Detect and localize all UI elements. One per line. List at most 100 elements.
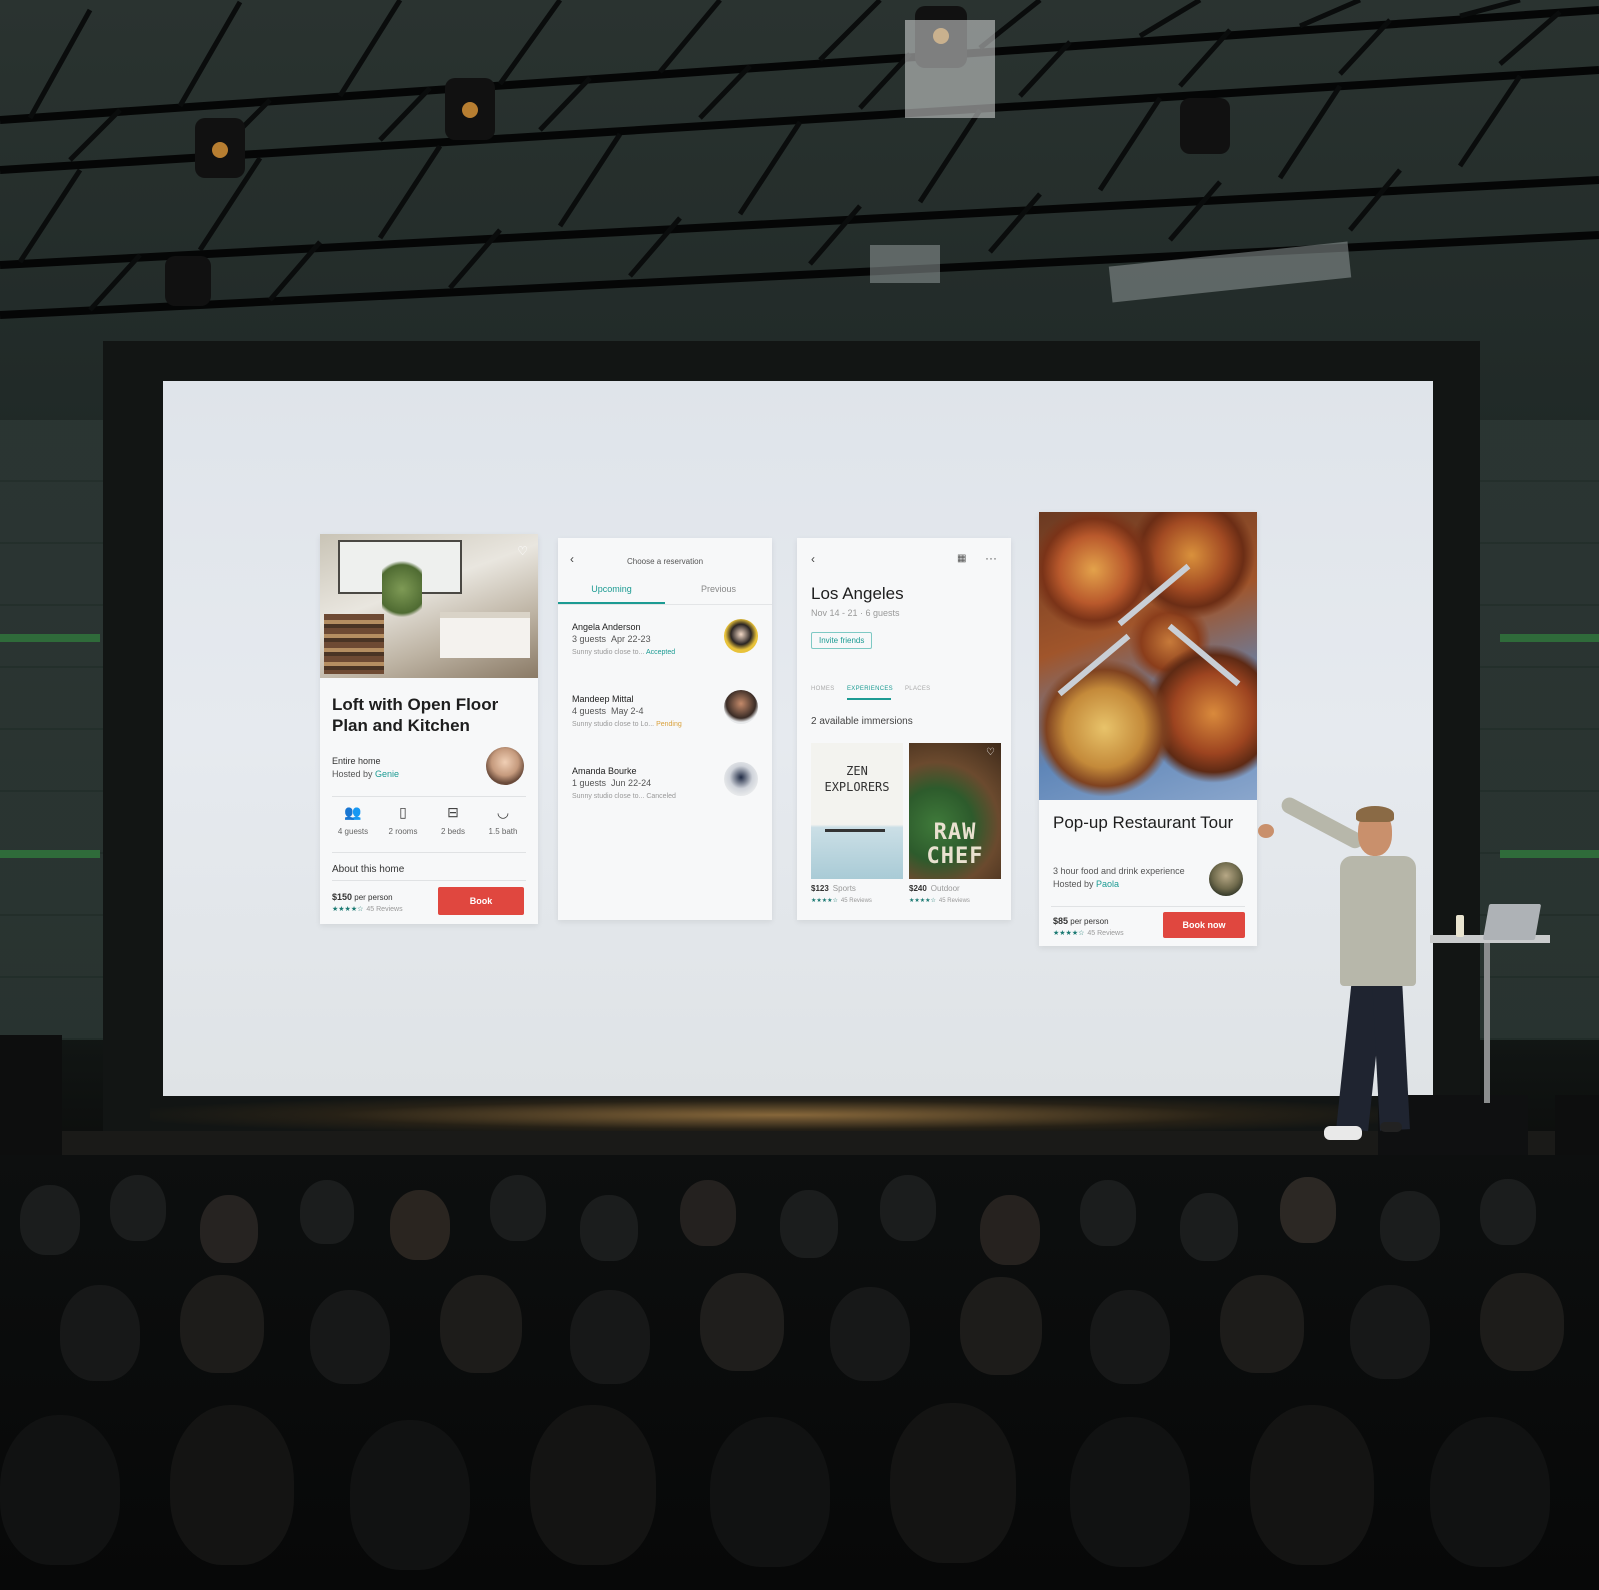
reservations-header: Choose a reservation bbox=[626, 557, 704, 566]
guest-avatar[interactable] bbox=[724, 619, 758, 653]
audience-member bbox=[60, 1285, 140, 1381]
amenity-rooms: ▯ 2 rooms bbox=[378, 804, 428, 836]
presenter-leg bbox=[1372, 979, 1410, 1131]
audience-member bbox=[1280, 1177, 1336, 1243]
experience-title: RAW CHEF bbox=[926, 820, 984, 869]
tab-places[interactable]: PLACES bbox=[905, 686, 930, 692]
book-now-button[interactable]: Book now bbox=[1163, 912, 1245, 938]
divider bbox=[332, 852, 526, 853]
divider bbox=[332, 796, 526, 797]
reservation-desc: Sunny studio close to Lo... Pending bbox=[572, 721, 722, 728]
reservation-desc: Sunny studio close to... Canceled bbox=[572, 793, 722, 800]
water-bottle bbox=[1456, 915, 1464, 937]
listing-desc: Sunny studio close to... bbox=[572, 793, 645, 800]
speaker bbox=[0, 1035, 62, 1175]
hosted-by-label: Hosted by bbox=[1053, 879, 1094, 889]
price-unit: per person bbox=[1070, 917, 1109, 926]
host-link[interactable]: Genie bbox=[375, 769, 399, 779]
invite-friends-button[interactable]: Invite friends bbox=[811, 632, 873, 649]
status-badge: Accepted bbox=[645, 649, 676, 656]
listing-type: Entire home bbox=[332, 756, 381, 766]
audience bbox=[0, 1155, 1599, 1590]
guest-name: Angela Anderson bbox=[572, 622, 641, 632]
tab-indicator bbox=[847, 698, 891, 700]
plant bbox=[382, 554, 422, 624]
audience-member bbox=[440, 1275, 522, 1373]
status-badge: Canceled bbox=[646, 793, 676, 800]
status-badge: Pending bbox=[656, 721, 682, 728]
presenter-shirt bbox=[1340, 856, 1416, 986]
audience-member bbox=[350, 1420, 470, 1570]
tab-divider bbox=[558, 604, 772, 605]
review-count: 45 Reviews bbox=[1087, 930, 1124, 937]
experience-price: $123 Sports bbox=[811, 884, 856, 893]
audience-member bbox=[680, 1180, 736, 1246]
audience-member bbox=[1350, 1285, 1430, 1379]
presenter-shoe bbox=[1324, 1126, 1362, 1140]
audience-member bbox=[700, 1273, 784, 1371]
trip-city: Los Angeles bbox=[811, 584, 904, 603]
experience-desc: 3 hour food and drink experience bbox=[1053, 866, 1185, 876]
left-wall bbox=[0, 420, 110, 1040]
price-value: $240 bbox=[909, 884, 927, 893]
review-count: 45 Reviews bbox=[366, 906, 403, 913]
audience-member bbox=[170, 1405, 294, 1565]
guest-name: Amanda Bourke bbox=[572, 766, 637, 776]
audience-member bbox=[180, 1275, 264, 1373]
host-link[interactable]: Paola bbox=[1096, 879, 1119, 889]
star-rating: ★★★★☆ bbox=[1053, 930, 1085, 937]
wall-stripe bbox=[1500, 850, 1599, 858]
audience-member bbox=[1220, 1275, 1304, 1373]
audience-member bbox=[1070, 1417, 1190, 1567]
wall-stripe bbox=[1500, 634, 1599, 642]
more-icon[interactable]: ··· bbox=[985, 551, 997, 565]
back-icon[interactable]: ‹ bbox=[811, 552, 815, 566]
tab-upcoming[interactable]: Upcoming bbox=[558, 584, 665, 594]
reservation-item[interactable]: Amanda Bourke 1 guests Jun 22-24 Sunny s… bbox=[572, 766, 722, 800]
host-avatar[interactable] bbox=[486, 747, 524, 785]
book-button[interactable]: Book bbox=[438, 887, 524, 915]
listing-host: Hosted by Genie bbox=[332, 769, 399, 779]
guest-count: 4 guests bbox=[572, 706, 607, 716]
listing-title: Loft with Open Floor Plan and Kitchen bbox=[332, 695, 499, 735]
about-heading: About this home bbox=[332, 864, 405, 875]
bed bbox=[440, 612, 530, 658]
reservation-desc: Sunny studio close to... Accepted bbox=[572, 649, 722, 656]
experience-card-raw[interactable]: ♡ RAW CHEF bbox=[909, 743, 1001, 879]
bath-icon: ◡ bbox=[496, 804, 510, 820]
presenter-hand bbox=[1258, 824, 1274, 838]
presenter-shoe bbox=[1380, 1122, 1402, 1132]
experience-host: Hosted by Paola bbox=[1053, 879, 1119, 889]
experience-category: Sports bbox=[832, 884, 856, 893]
host-avatar[interactable] bbox=[1209, 862, 1243, 896]
gift-icon[interactable]: ▦ bbox=[957, 553, 966, 564]
tab-previous[interactable]: Previous bbox=[665, 584, 772, 594]
tab-experiences[interactable]: EXPERIENCES bbox=[847, 686, 893, 692]
stage-glow bbox=[150, 1095, 1410, 1135]
amenity-label: 2 rooms bbox=[388, 827, 418, 836]
reservation-dates: Jun 22-24 bbox=[611, 778, 652, 788]
audience-member bbox=[1250, 1405, 1374, 1565]
guest-avatar[interactable] bbox=[724, 690, 758, 724]
reservation-dates: Apr 22-23 bbox=[611, 634, 651, 644]
projection-screen: ♡ Loft with Open Floor Plan and Kitchen … bbox=[163, 381, 1433, 1096]
reservation-item[interactable]: Angela Anderson 3 guests Apr 22-23 Sunny… bbox=[572, 622, 722, 656]
heart-icon[interactable]: ♡ bbox=[517, 544, 528, 558]
amenity-bath: ◡ 1.5 bath bbox=[478, 804, 528, 836]
experience-price: $240 Outdoor bbox=[909, 884, 960, 893]
divider bbox=[332, 880, 526, 881]
heart-icon[interactable]: ♡ bbox=[986, 747, 995, 758]
wall-stripe bbox=[0, 634, 100, 642]
listing-price: $150 per person bbox=[332, 892, 393, 902]
review-count: 45 Reviews bbox=[938, 898, 970, 904]
tab-homes[interactable]: HOMES bbox=[811, 686, 835, 692]
bed-icon: ⊟ bbox=[447, 804, 459, 820]
guest-avatar[interactable] bbox=[724, 762, 758, 796]
reservation-item[interactable]: Mandeep Mittal 4 guests May 2-4 Sunny st… bbox=[572, 694, 722, 728]
amenity-label: 1.5 bath bbox=[488, 827, 518, 836]
experience-rating: ★★★★☆ 45 Reviews bbox=[909, 897, 970, 904]
available-count: 2 available immersions bbox=[811, 716, 913, 727]
audience-member bbox=[960, 1277, 1042, 1375]
price-unit: per person bbox=[354, 893, 393, 902]
experience-card-zen[interactable]: ZEN EXPLORERS bbox=[811, 743, 903, 879]
